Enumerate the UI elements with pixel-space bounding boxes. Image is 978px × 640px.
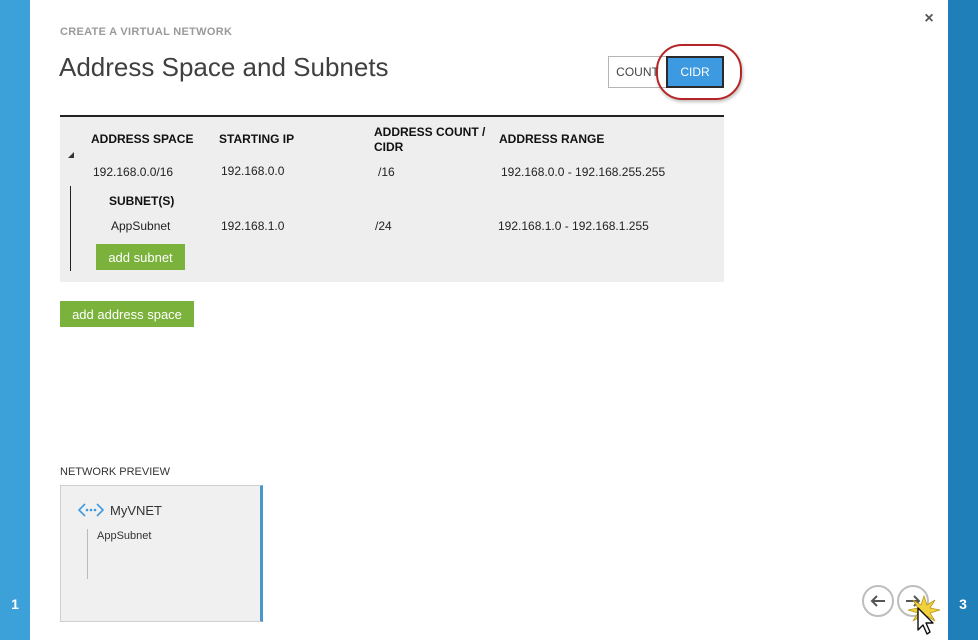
arrow-left-icon (870, 595, 885, 607)
subnets-header: SUBNET(S) (109, 194, 175, 208)
page-title: Address Space and Subnets (59, 52, 389, 82)
wizard-right-rail: 3 (948, 0, 978, 640)
previous-step-number[interactable]: 1 (0, 596, 30, 612)
subnet-name[interactable]: AppSubnet (111, 219, 170, 233)
back-button[interactable] (862, 585, 894, 617)
preview-subnet-name: AppSubnet (97, 530, 152, 542)
address-space-value[interactable]: 192.168.0.0/16 (93, 165, 173, 179)
address-space-range: 192.168.0.0 - 192.168.255.255 (501, 165, 666, 179)
address-space-starting-ip[interactable]: 192.168.0.0 (221, 164, 284, 178)
wizard-label: CREATE A VIRTUAL NETWORK (60, 26, 233, 38)
cidr-toggle-button[interactable]: CIDR (666, 56, 724, 88)
header-address-space: ADDRESS SPACE (91, 132, 194, 146)
view-toggle: COUNT CIDR (608, 56, 724, 88)
vnet-icon (78, 503, 104, 517)
subnet-range: 192.168.1.0 - 192.168.1.255 (498, 219, 649, 233)
header-address-count: ADDRESS COUNT / (374, 125, 486, 139)
wizard-left-rail: 1 (0, 0, 30, 640)
preview-vnet-name: MyVNET (110, 503, 162, 518)
header-address-count-cidr: CIDR (374, 140, 404, 154)
next-button[interactable] (897, 585, 929, 617)
collapse-caret-icon[interactable] (68, 152, 74, 158)
header-address-range: ADDRESS RANGE (499, 132, 605, 146)
add-subnet-button[interactable]: add subnet (96, 244, 185, 270)
subnet-group-bar (70, 186, 71, 271)
header-starting-ip: STARTING IP (219, 132, 295, 146)
address-space-cidr[interactable]: /16 (378, 165, 395, 179)
close-icon[interactable]: × (922, 10, 936, 28)
arrow-right-icon (906, 595, 921, 607)
subnet-starting-ip[interactable]: 192.168.1.0 (221, 219, 284, 233)
next-step-number[interactable]: 3 (948, 596, 978, 612)
preview-subnet-line (87, 529, 88, 579)
network-preview-label: NETWORK PREVIEW (60, 466, 171, 478)
add-address-space-button[interactable]: add address space (60, 301, 194, 327)
subnet-cidr[interactable]: /24 (375, 219, 392, 233)
count-toggle-button[interactable]: COUNT (608, 56, 666, 88)
